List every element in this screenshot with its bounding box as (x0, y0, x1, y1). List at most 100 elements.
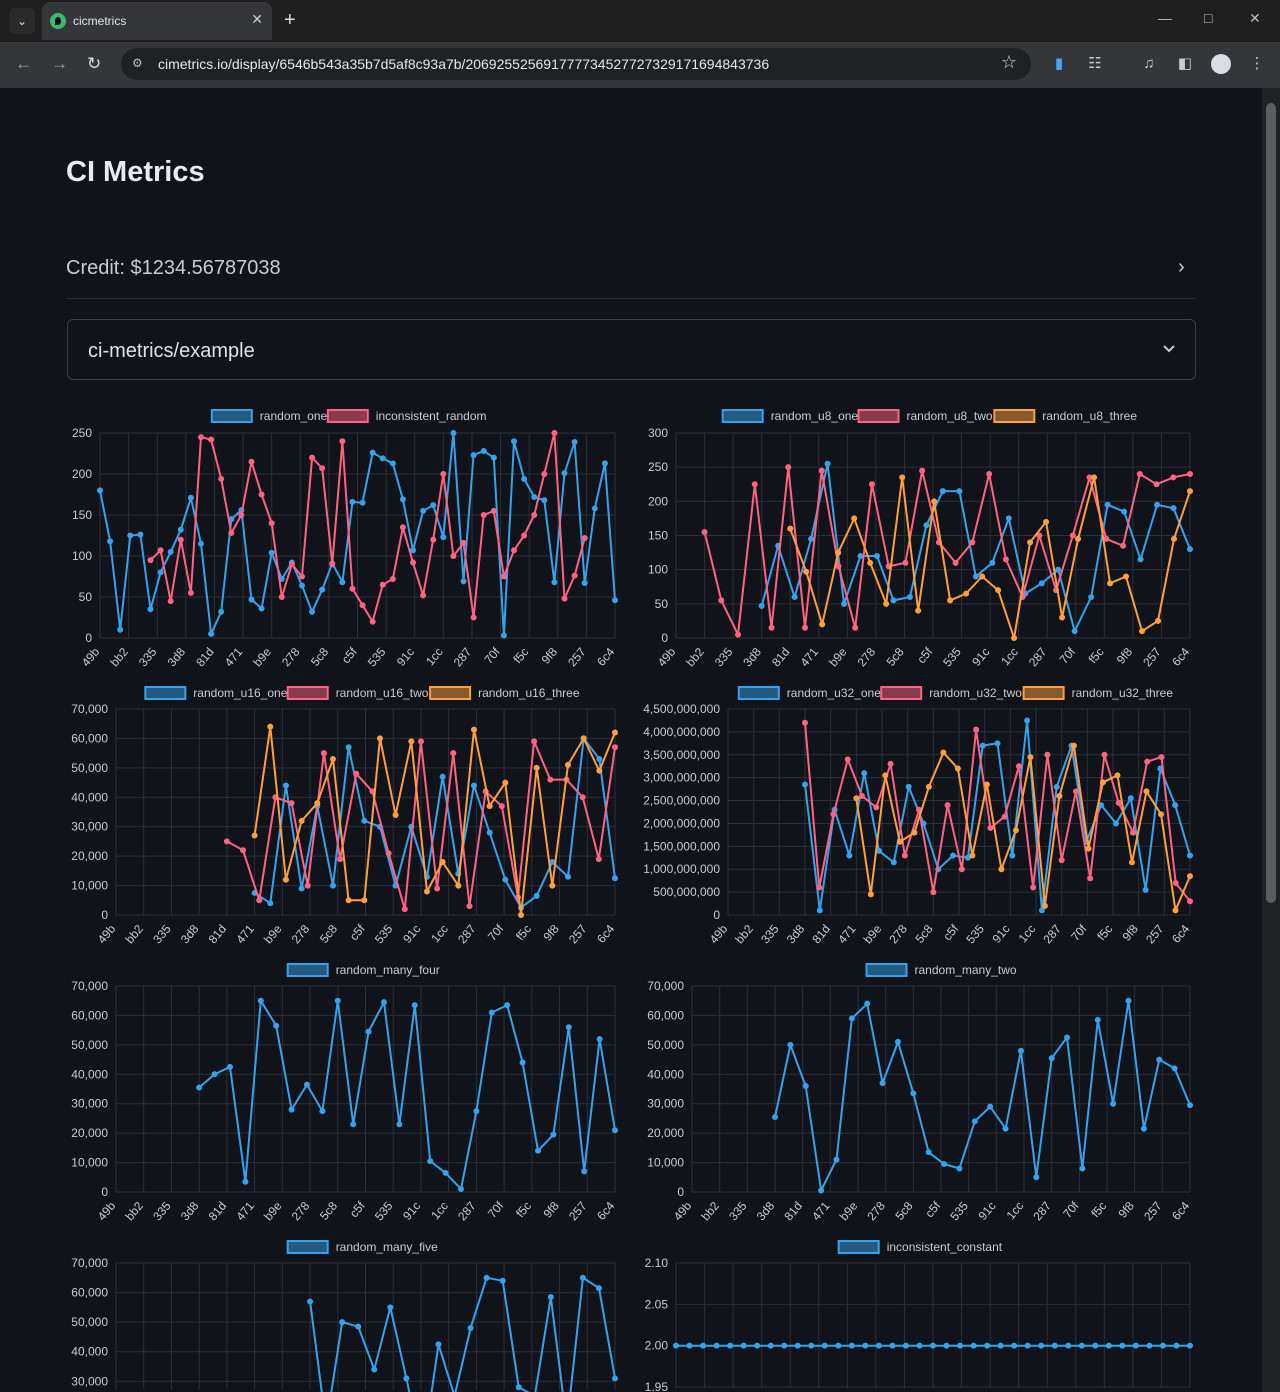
x-tick-label: 471 (233, 922, 257, 947)
data-point (504, 1002, 511, 1009)
data-point (303, 1081, 310, 1088)
x-tick-label: 81d (809, 922, 833, 946)
y-tick-label: 40,000 (71, 790, 108, 804)
data-point (1125, 997, 1132, 1004)
data-point (875, 1342, 882, 1349)
data-point (902, 559, 909, 566)
x-tick-label: 278 (886, 922, 910, 947)
x-tick-label: f5c (513, 922, 534, 943)
y-tick-label: 250 (648, 460, 668, 474)
data-point (1088, 594, 1095, 600)
y-tick-label: 2.00 (645, 1339, 669, 1353)
chart-2: 0 10,000 20,000 30,000 40,000 50,000 60,000 70,… (71, 686, 618, 946)
y-tick-label: 70,000 (71, 1256, 108, 1270)
data-point (434, 885, 441, 892)
data-point (1075, 535, 1082, 542)
x-tick-label: 1cc (428, 1199, 451, 1222)
x-tick-label: 5c8 (892, 1199, 915, 1223)
data-point (521, 532, 528, 539)
data-point (1140, 1125, 1147, 1132)
x-tick-label: 278 (279, 645, 303, 670)
data-point (1171, 1065, 1178, 1072)
data-point (931, 498, 938, 505)
data-point (853, 795, 860, 802)
data-point (1099, 779, 1106, 786)
data-point (1055, 566, 1062, 573)
data-point (353, 770, 360, 777)
data-point (979, 742, 986, 749)
data-point (319, 465, 326, 472)
data-point (1078, 1342, 1085, 1349)
x-tick-label: c5f (347, 1198, 368, 1220)
legend-swatch (1022, 686, 1065, 700)
x-tick-label: 91c (975, 1199, 998, 1223)
x-tick-label: 335 (150, 1199, 174, 1224)
data-point (430, 536, 437, 543)
data-point (1041, 902, 1048, 909)
y-tick-label: 500,000,000 (653, 885, 720, 899)
data-point (273, 1022, 280, 1029)
data-point (218, 475, 225, 482)
data-point (564, 873, 571, 880)
x-tick-label: 9f8 (1120, 922, 1142, 944)
data-point (818, 467, 825, 474)
data-point (802, 719, 808, 726)
data-point (868, 481, 875, 488)
data-point (579, 1274, 586, 1281)
x-tick-label: 91c (394, 645, 417, 669)
data-point (483, 1274, 490, 1281)
data-point (147, 606, 154, 613)
data-point (596, 1035, 603, 1042)
data-point (519, 1059, 526, 1066)
data-point (379, 455, 386, 462)
x-tick-label: 257 (1140, 645, 1164, 670)
data-point (517, 912, 524, 918)
data-point (258, 605, 265, 612)
data-point (307, 1298, 314, 1305)
data-point (238, 512, 245, 518)
data-point (1072, 788, 1079, 795)
x-tick-label: 5c8 (884, 645, 907, 669)
x-tick-label: 335 (758, 922, 782, 947)
data-point (117, 626, 124, 633)
data-point (963, 590, 970, 597)
data-point (787, 525, 794, 532)
x-tick-label: 91c (400, 922, 423, 946)
data-point (380, 999, 387, 1006)
x-tick-label: 278 (855, 645, 879, 670)
x-tick-label: 70f (485, 1198, 507, 1220)
data-point (127, 532, 134, 539)
data-point (488, 1009, 495, 1016)
x-tick-label: 471 (222, 645, 246, 670)
data-point (1005, 515, 1012, 522)
x-tick-label: 81d (193, 645, 217, 669)
data-point (930, 1342, 936, 1349)
legend-label: random_u16_one (193, 686, 287, 700)
data-point (802, 781, 808, 788)
x-tick-label: b9e (861, 922, 885, 947)
x-tick-label: f5c (1094, 922, 1115, 943)
data-point (298, 582, 305, 589)
scrollbar[interactable] (1262, 88, 1280, 1392)
data-point (329, 756, 336, 763)
x-tick-label: 1cc (1004, 1199, 1027, 1222)
data-point (1085, 845, 1092, 852)
y-tick-label: 150 (648, 529, 668, 543)
data-point (1127, 795, 1134, 802)
data-point (1092, 1342, 1099, 1349)
scroll-thumb[interactable] (1266, 103, 1276, 903)
data-point (502, 876, 509, 883)
data-point (956, 488, 963, 495)
y-tick-label: 50 (655, 597, 669, 611)
data-point (1048, 1055, 1055, 1062)
data-point (248, 596, 255, 603)
data-point (1123, 573, 1130, 580)
data-point (1015, 763, 1022, 770)
data-point (460, 539, 467, 546)
legend-swatch (326, 409, 369, 423)
chart-1: 05010015020025030049b bb2 335 3d8 81d 471 b9e 2… (648, 409, 1193, 669)
data-point (565, 1024, 572, 1031)
data-point (861, 770, 868, 777)
y-tick-label: 50,000 (647, 1038, 684, 1052)
data-point (727, 1342, 734, 1349)
